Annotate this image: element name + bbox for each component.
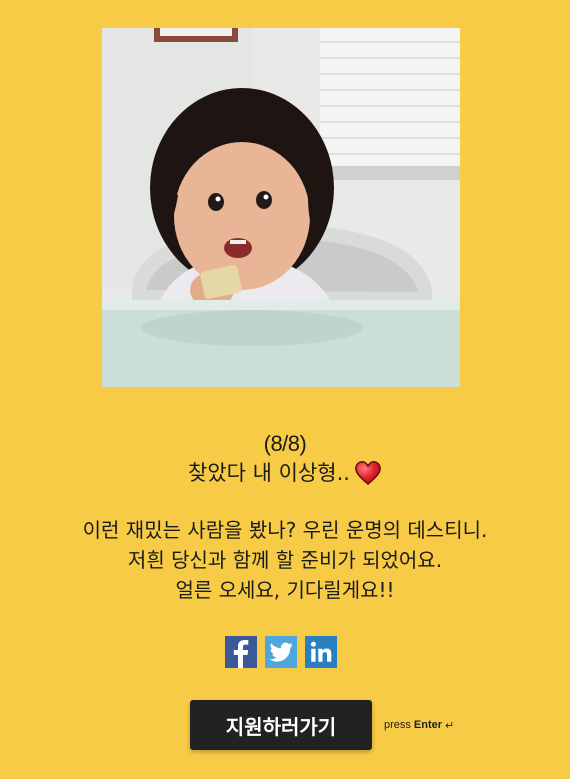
apply-button[interactable]: 지원하러가기 — [190, 700, 372, 750]
hero-photo — [102, 28, 460, 387]
toddler-image — [102, 28, 460, 387]
description-line: 이런 재밌는 사람을 봤나? 우린 운명의 데스티니. — [82, 518, 488, 542]
description-line: 저흰 당신과 함께 할 준비가 되었어요. — [127, 548, 443, 572]
keyboard-hint: press Enter ↵ — [384, 719, 454, 732]
message-description: 이런 재밌는 사람을 봤나? 우린 운명의 데스티니. 저흰 당신과 함께 할 … — [0, 515, 570, 605]
social-share — [225, 636, 337, 668]
hint-key: Enter — [413, 719, 443, 731]
cta-row: 지원하러가기 press Enter ↵ — [190, 700, 454, 750]
enter-key-icon: ↵ — [445, 719, 455, 732]
progress-counter: (8/8) — [263, 431, 307, 456]
hint-prefix: press — [384, 719, 411, 731]
twitter-icon[interactable] — [265, 636, 297, 668]
linkedin-icon[interactable] — [305, 636, 337, 668]
message-block: (8/8) 찾았다 내 이상형.. 이런 재밌는 사람을 봤나? 우린 운명의 … — [0, 430, 570, 605]
description-line: 얼른 오세요, 기다릴게요!! — [175, 578, 395, 602]
message-title: 찾았다 내 이상형.. — [0, 458, 570, 488]
facebook-icon[interactable] — [225, 636, 257, 668]
message-title-text: 찾았다 내 이상형.. — [188, 461, 350, 485]
heart-icon — [354, 460, 382, 486]
